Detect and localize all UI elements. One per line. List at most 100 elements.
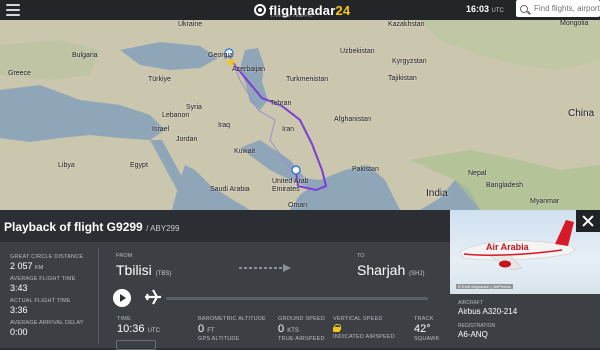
distance-stat: GREAT CIRCLE DISTANCE 2 057 KM bbox=[10, 254, 83, 271]
avg-time-value: 3:43 bbox=[10, 283, 28, 293]
time-value: 10:36 bbox=[117, 323, 145, 335]
gps-altitude-label: GPS ALTITUDE bbox=[198, 336, 240, 342]
origin-city[interactable]: Tbilisi (TBS) bbox=[116, 262, 171, 278]
map-label-kuwait: Kuwait bbox=[234, 148, 256, 155]
menu-icon[interactable] bbox=[6, 4, 20, 16]
playback-header: Playback of flight G9299 / ABY299 bbox=[0, 210, 450, 242]
clock-time: 16:03 bbox=[466, 4, 490, 14]
map-label-turkiye: Türkiye bbox=[148, 76, 171, 83]
baro-altitude-unit: FT bbox=[207, 328, 215, 334]
divider bbox=[98, 248, 99, 344]
callsign: / ABY299 bbox=[146, 224, 180, 233]
track-value: 42° bbox=[414, 323, 431, 335]
playback-title: Playback of flight G9299 / ABY299 bbox=[4, 220, 179, 234]
map-label-saudi-arabia: Saudi Arabia bbox=[210, 186, 250, 193]
time-unit: UTC bbox=[147, 328, 160, 334]
map-label-tehran: Tehran bbox=[270, 100, 292, 107]
time-stat: TIME 10:36 UTC bbox=[117, 316, 160, 335]
map-label-mongolia: Mongolia bbox=[560, 20, 589, 27]
ground-speed-stat: GROUND SPEED 0 KTS TRUE AIRSPEED bbox=[278, 316, 325, 342]
from-label: FROM bbox=[116, 253, 133, 259]
route-arrow-icon bbox=[239, 264, 291, 272]
map-label-india: India bbox=[426, 188, 448, 199]
map-label-kyrgyzstan: Kyrgyzstan bbox=[392, 58, 427, 65]
livery-text: Air Arabia bbox=[486, 242, 530, 252]
actual-time-value: 3:36 bbox=[10, 305, 28, 315]
vertical-speed-stat: VERTICAL SPEED INDICATED AIRSPEED bbox=[333, 316, 395, 340]
arrival-delay-stat: AVERAGE ARRIVAL DELAY 0:00 bbox=[10, 320, 84, 337]
actual-time-stat: ACTUAL FLIGHT TIME 3:36 bbox=[10, 298, 71, 315]
ground-speed-value: 0 bbox=[278, 323, 285, 335]
registration-value: A6-ANQ bbox=[458, 330, 488, 339]
flight-stats: GREAT CIRCLE DISTANCE 2 057 KM AVERAGE F… bbox=[0, 242, 96, 348]
arrival-delay-value: 0:00 bbox=[10, 327, 28, 337]
logo-tagline: LIVE AIR TRAFFIC bbox=[271, 13, 314, 18]
lock-icon[interactable] bbox=[333, 324, 341, 332]
destination-marker bbox=[291, 165, 301, 175]
map-label-iraq: Iraq bbox=[218, 122, 231, 129]
actual-time-label: ACTUAL FLIGHT TIME bbox=[10, 298, 71, 304]
map[interactable]: Greece Bulgaria Ukraine Kazakhstan Mongo… bbox=[0, 20, 600, 210]
distance-label: GREAT CIRCLE DISTANCE bbox=[10, 254, 84, 260]
map-label-bulgaria: Bulgaria bbox=[72, 52, 98, 59]
arrival-delay-label: AVERAGE ARRIVAL DELAY bbox=[10, 320, 84, 326]
origin-city-name: Tbilisi bbox=[116, 262, 152, 278]
map-label-pakistan: Pakistan bbox=[352, 166, 379, 173]
destination-city[interactable]: Sharjah (SHJ) bbox=[357, 262, 425, 278]
map-label-afghanistan: Afghanistan bbox=[334, 116, 371, 123]
map-label-ukraine: Ukraine bbox=[178, 21, 203, 28]
map-label-lebanon: Lebanon bbox=[162, 112, 190, 119]
map-label-israel: Israel bbox=[152, 126, 170, 133]
avg-time-stat: AVERAGE FLIGHT TIME 3:43 bbox=[10, 276, 76, 293]
playback-speed-control[interactable] bbox=[116, 340, 156, 350]
indicated-airspeed-label: INDICATED AIRSPEED bbox=[333, 334, 395, 340]
squawk-label: SQUAWK bbox=[414, 336, 440, 342]
destination-city-name: Sharjah bbox=[357, 262, 406, 278]
true-airspeed-label: TRUE AIRSPEED bbox=[278, 336, 325, 342]
utc-clock: 16:03 UTC bbox=[466, 4, 504, 14]
baro-altitude-label: BAROMETRIC ALTITUDE bbox=[198, 316, 266, 322]
map-label-syria: Syria bbox=[186, 104, 202, 111]
search-input[interactable] bbox=[534, 4, 600, 13]
destination-iata: (SHJ) bbox=[409, 271, 425, 277]
map-label-georgia: Georgia bbox=[208, 52, 233, 59]
baro-altitude-value: 0 bbox=[198, 323, 205, 335]
logo-number: 24 bbox=[335, 2, 351, 18]
close-button[interactable] bbox=[576, 210, 600, 232]
map-label-turkmenistan: Turkmenistan bbox=[286, 76, 329, 83]
map-label-uzbekistan: Uzbekistan bbox=[340, 48, 375, 55]
ground-speed-unit: KTS bbox=[287, 328, 299, 334]
flight-title: Playback of flight G9299 bbox=[4, 220, 143, 234]
map-label-myanmar: Myanmar bbox=[530, 198, 560, 205]
map-label-iran: Iran bbox=[282, 126, 295, 133]
registration-label: REGISTRATION bbox=[458, 323, 496, 329]
distance-value: 2 057 bbox=[10, 261, 33, 271]
search-box[interactable] bbox=[516, 0, 600, 17]
aircraft-value: Airbus A320-214 bbox=[458, 307, 518, 316]
map-label-nepal: Nepal bbox=[468, 170, 487, 177]
map-label-greece: Greece bbox=[8, 70, 31, 77]
ground-speed-label: GROUND SPEED bbox=[278, 316, 326, 322]
map-label-oman: Oman bbox=[288, 202, 308, 209]
search-icon bbox=[520, 4, 528, 13]
play-button[interactable] bbox=[113, 289, 131, 307]
top-bar: flightradar24 LIVE AIR TRAFFIC 16:03 UTC bbox=[0, 0, 600, 20]
vertical-speed-label: VERTICAL SPEED bbox=[333, 316, 383, 322]
baro-altitude-stat: BAROMETRIC ALTITUDE 0 FT GPS ALTITUDE bbox=[198, 316, 266, 342]
map-label-tajikistan: Tajikistan bbox=[388, 75, 417, 82]
to-label: TO bbox=[357, 253, 365, 259]
map-label-uae: United Arab Emirates bbox=[272, 178, 309, 193]
origin-iata: (TBS) bbox=[155, 271, 172, 277]
map-label-china: China bbox=[568, 108, 595, 119]
aircraft-label: AIRCRAFT bbox=[458, 300, 483, 306]
clock-timezone: UTC bbox=[491, 8, 504, 14]
track-label: TRACK bbox=[414, 316, 434, 322]
radar-logo-icon bbox=[254, 4, 266, 16]
map-label-jordan: Jordan bbox=[176, 136, 198, 143]
avg-time-label: AVERAGE FLIGHT TIME bbox=[10, 276, 76, 282]
photo-credit: © Emil Zagnanich | JetPhotos bbox=[456, 284, 513, 289]
playback-progress-bar[interactable] bbox=[166, 297, 428, 300]
track-stat: TRACK 42° SQUAWK bbox=[414, 316, 439, 342]
map-label-azerbaijan: Azerbaijan bbox=[232, 66, 266, 73]
map-label-egypt: Egypt bbox=[130, 162, 148, 169]
